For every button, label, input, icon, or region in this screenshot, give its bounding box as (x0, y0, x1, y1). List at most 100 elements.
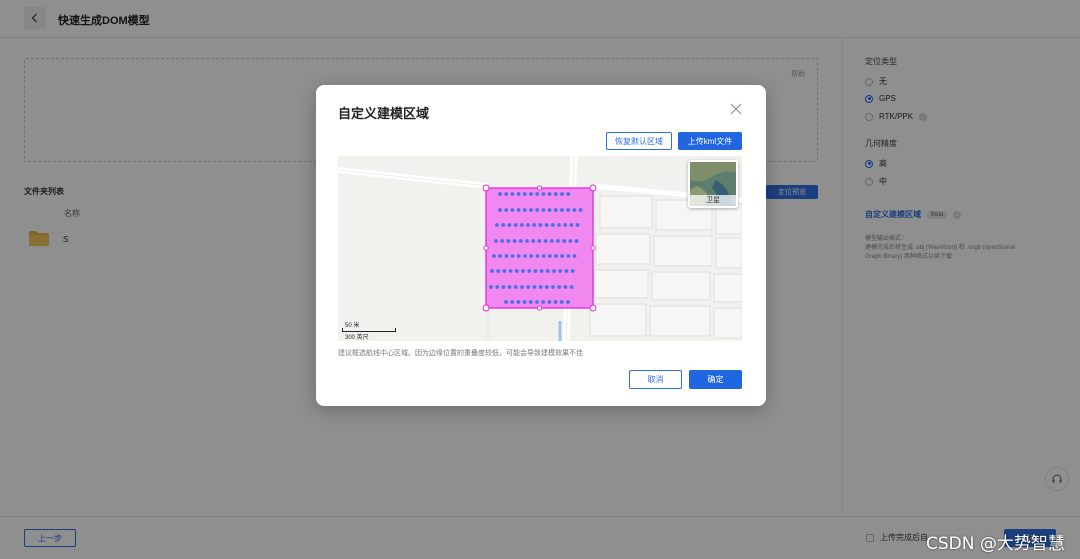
flight-point (537, 239, 542, 243)
flight-point (541, 208, 546, 212)
flight-point (529, 254, 534, 258)
flight-point (564, 269, 569, 273)
satellite-label: 卫星 (690, 195, 736, 206)
flight-point (553, 192, 558, 196)
flight-point (498, 254, 503, 258)
flight-point (533, 269, 538, 273)
flight-point (496, 269, 501, 273)
flight-point (504, 192, 509, 196)
upload-kml-button[interactable]: 上传kml文件 (678, 132, 742, 150)
watermark: CSDN @大势智慧 (926, 534, 1065, 554)
flight-point (558, 269, 563, 273)
flight-point (535, 254, 540, 258)
map-view[interactable]: 卫星 50 米 300 英尺 (338, 156, 742, 341)
flight-point (529, 208, 533, 212)
flight-point (522, 208, 527, 212)
flight-point (531, 239, 536, 243)
flight-point (528, 300, 533, 304)
flight-point (526, 285, 531, 289)
flight-point (523, 254, 527, 258)
flight-point (575, 223, 580, 227)
flight-point (516, 300, 521, 304)
flight-point (516, 208, 521, 212)
close-icon[interactable] (730, 103, 742, 115)
flight-point (527, 269, 532, 273)
flight-point (545, 269, 550, 273)
flight-point (560, 192, 564, 196)
modal-hint: 建议框选航线中心区域。因为边缘位置的重叠度较低，可能会导致建模效果不佳 (338, 350, 583, 357)
flight-point (578, 208, 583, 212)
flight-point (501, 285, 506, 289)
flight-point (513, 285, 518, 289)
flight-point (516, 254, 521, 258)
flight-point (504, 300, 508, 304)
flight-point (529, 192, 533, 196)
flight-point (498, 192, 502, 196)
flight-point (544, 285, 549, 289)
flight-point (572, 254, 577, 258)
flight-point (563, 285, 568, 289)
flight-point (500, 239, 505, 243)
flight-point (547, 254, 552, 258)
flight-point (541, 192, 546, 196)
flight-point (563, 223, 568, 227)
flight-point (495, 285, 500, 289)
restore-default-area-button[interactable]: 恢复默认区域 (606, 132, 672, 150)
flight-point (550, 223, 555, 227)
flight-point (535, 192, 540, 196)
flight-point (514, 269, 519, 273)
flight-point (522, 300, 527, 304)
flight-point (541, 254, 546, 258)
custom-area-modal: 自定义建模区域 恢复默认区域 上传kml文件 卫星 50 米 300 英尺 建议… (316, 85, 766, 406)
flight-point (520, 285, 524, 289)
flight-point (574, 239, 579, 243)
flight-point (521, 269, 525, 273)
map-scale: 50 米 300 英尺 (341, 320, 401, 341)
flight-point (566, 300, 570, 304)
flight-point (569, 285, 574, 289)
flight-point (513, 223, 518, 227)
cancel-button[interactable]: 取消 (629, 370, 682, 389)
flight-point (535, 208, 540, 212)
flight-point (566, 208, 571, 212)
flight-point (519, 223, 524, 227)
flight-point (510, 300, 515, 304)
flight-point (510, 254, 515, 258)
flight-point (492, 254, 496, 258)
modal-title: 自定义建模区域 (338, 106, 430, 121)
flight-point (554, 254, 558, 258)
flight-point (559, 300, 564, 304)
flight-point (490, 269, 494, 273)
confirm-button[interactable]: 确定 (689, 370, 742, 389)
flight-point (494, 239, 498, 243)
flight-point (522, 192, 527, 196)
flight-point (512, 239, 517, 243)
flight-point (547, 208, 552, 212)
flight-point (507, 223, 512, 227)
flight-point (535, 300, 539, 304)
flight-point (489, 285, 493, 289)
flight-point (525, 239, 529, 243)
flight-point (556, 239, 560, 243)
flight-point (532, 223, 537, 227)
flight-point (526, 223, 530, 227)
flight-point (495, 223, 499, 227)
satellite-toggle[interactable]: 卫星 (688, 160, 738, 208)
flight-point (562, 239, 567, 243)
flight-point (516, 192, 521, 196)
flight-point (566, 254, 571, 258)
flight-point (518, 239, 523, 243)
flight-point (544, 223, 549, 227)
flight-point (569, 223, 574, 227)
flight-point (557, 223, 561, 227)
flight-point (553, 300, 558, 304)
flight-point (541, 300, 546, 304)
flight-point (538, 223, 543, 227)
flight-point (566, 192, 571, 196)
flight-point (547, 192, 552, 196)
flight-point (549, 239, 554, 243)
flight-point (504, 208, 509, 212)
flight-point (508, 269, 513, 273)
flight-point (502, 269, 507, 273)
flight-point (510, 208, 515, 212)
